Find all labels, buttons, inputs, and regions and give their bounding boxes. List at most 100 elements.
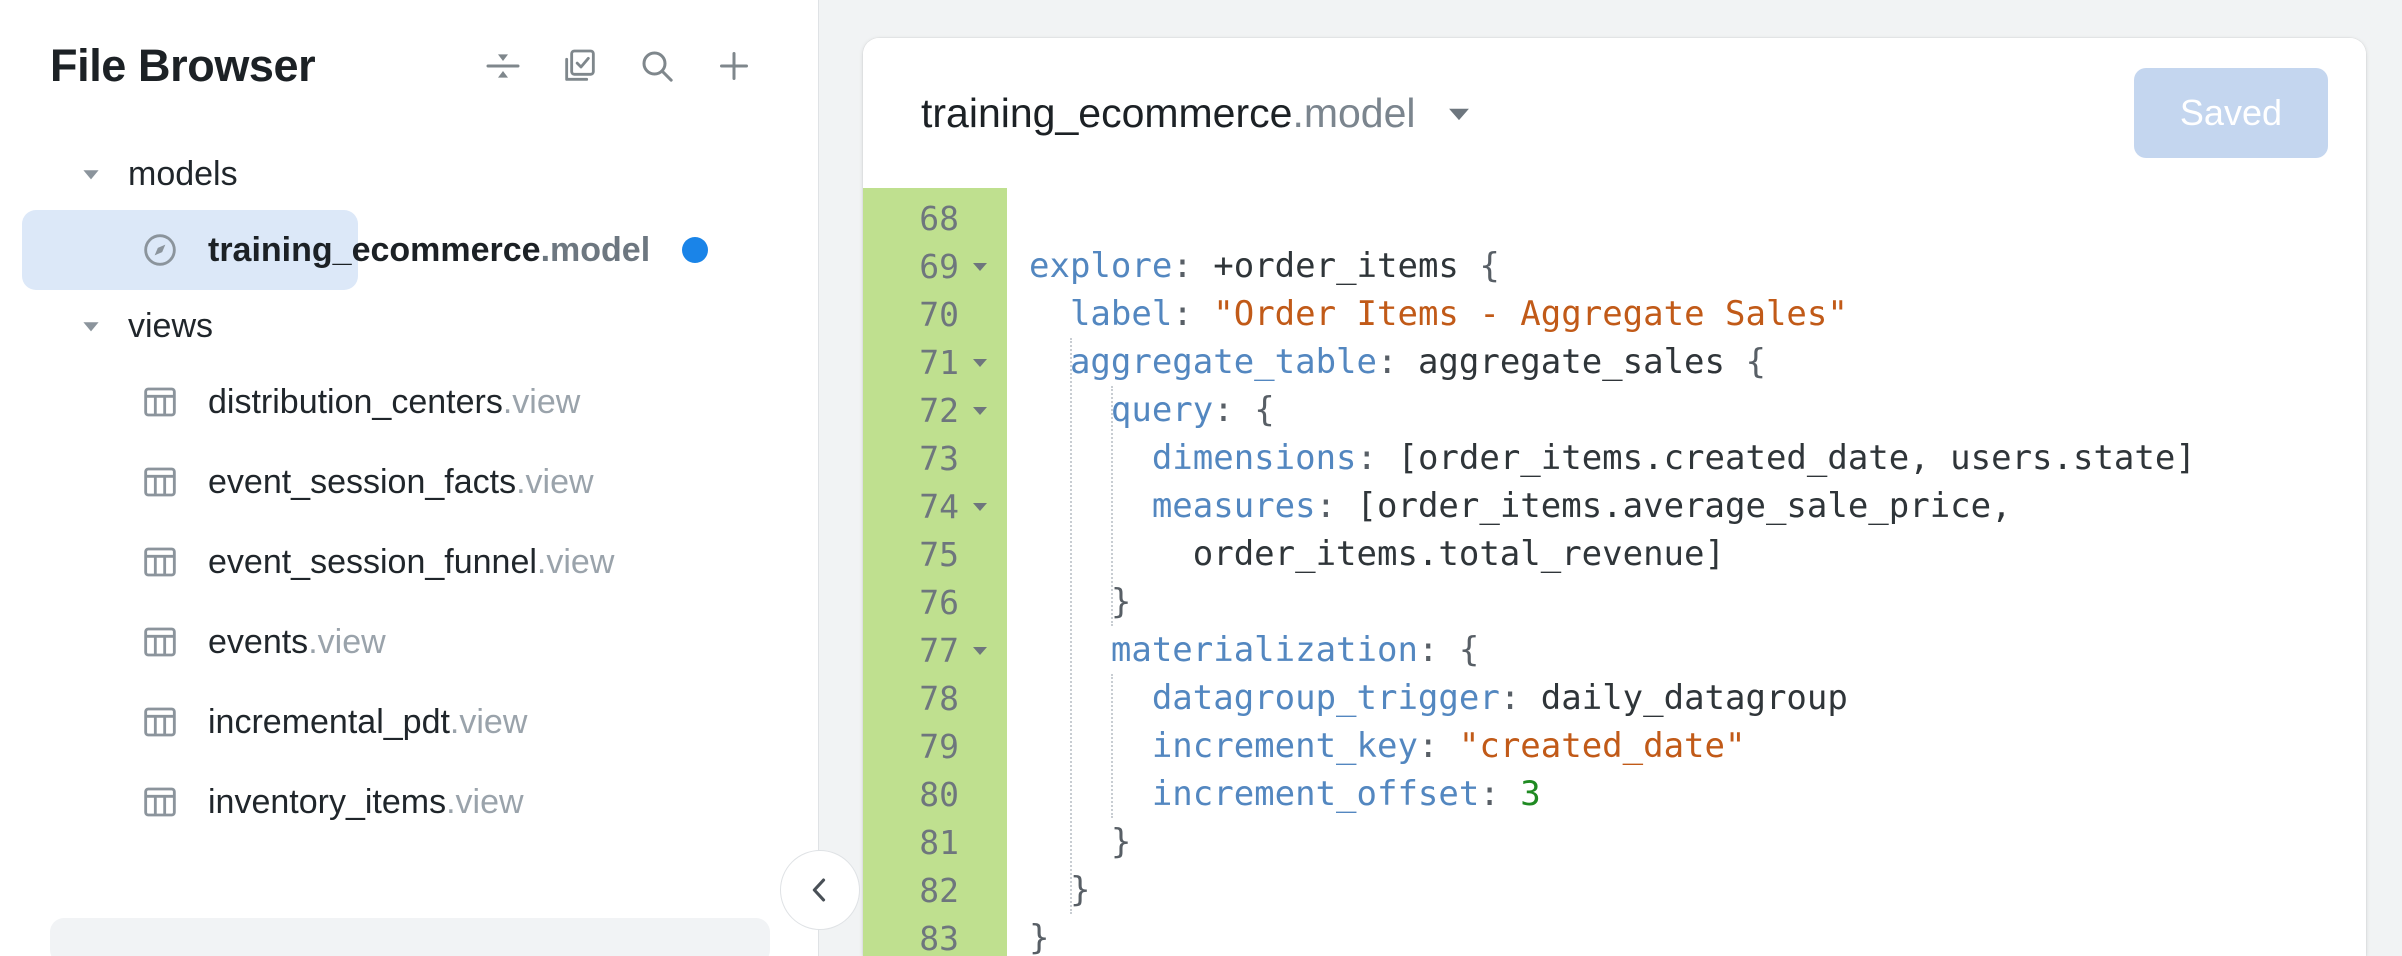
file-base: training_ecommerce	[208, 231, 541, 269]
code-line[interactable]: }	[1029, 578, 2366, 626]
code-editor[interactable]: 68 69 70 71 72 73 74 75 76 77 78 79 80 81 82 83 explore…	[863, 188, 2366, 956]
tab-base: training_ecommerce	[921, 90, 1292, 136]
fold-toggle-icon[interactable]	[967, 494, 993, 518]
gutter-line-82[interactable]: 82	[863, 866, 1007, 914]
fold-toggle-icon[interactable]	[967, 638, 993, 662]
code-line[interactable]	[1029, 194, 2366, 242]
gutter-line-79[interactable]: 79	[863, 722, 1007, 770]
line-number: 75	[919, 535, 959, 574]
file-base: incremental_pdt	[208, 703, 450, 741]
tree-file-event_session_facts[interactable]: event_session_facts.view	[0, 442, 818, 522]
sidebar-header: File Browser	[0, 0, 818, 132]
file-base: distribution_centers	[208, 383, 503, 421]
gutter-line-69[interactable]: 69	[863, 242, 1007, 290]
gutter-line-80[interactable]: 80	[863, 770, 1007, 818]
code-line[interactable]: }	[1029, 914, 2366, 956]
gutter-line-75[interactable]: 75	[863, 530, 1007, 578]
code-line[interactable]: label: "Order Items - Aggregate Sales"	[1029, 290, 2366, 338]
select-files-icon[interactable]	[558, 44, 602, 88]
fold-toggle-icon[interactable]	[967, 350, 993, 374]
gutter-line-70[interactable]: 70	[863, 290, 1007, 338]
line-number: 82	[919, 871, 959, 910]
editor-tab-title[interactable]: training_ecommerce.model	[921, 90, 1416, 137]
line-number: 73	[919, 439, 959, 478]
code-line[interactable]: explore: +order_items {	[1029, 242, 2366, 290]
collapse-panel-icon[interactable]	[780, 850, 860, 930]
code-line[interactable]: increment_key: "created_date"	[1029, 722, 2366, 770]
line-number-gutter[interactable]: 68 69 70 71 72 73 74 75 76 77 78 79 80 81 82 83	[863, 188, 1007, 956]
code-line[interactable]: increment_offset: 3	[1029, 770, 2366, 818]
gutter-line-83[interactable]: 83	[863, 914, 1007, 956]
search-icon[interactable]	[635, 44, 679, 88]
code-line[interactable]: order_items.total_revenue]	[1029, 530, 2366, 578]
table-icon	[140, 382, 180, 422]
sidebar-bottom-bar	[50, 918, 770, 956]
gutter-line-78[interactable]: 78	[863, 674, 1007, 722]
tree-file-list-views: distribution_centers.viewevent_session_f…	[0, 362, 818, 842]
looker-ide-window: File Browser	[0, 0, 2402, 956]
code-line[interactable]: datagroup_trigger: daily_datagroup	[1029, 674, 2366, 722]
tree-file-label: distribution_centers.view	[208, 383, 580, 422]
code-line[interactable]: query: {	[1029, 386, 2366, 434]
line-number: 71	[919, 343, 959, 382]
tree-file-inventory_items[interactable]: inventory_items.view	[0, 762, 818, 842]
tree-file-events[interactable]: events.view	[0, 602, 818, 682]
file-ext: .view	[516, 463, 593, 501]
table-icon	[140, 542, 180, 582]
tree-file-distribution_centers[interactable]: distribution_centers.view	[0, 362, 818, 442]
editor-region: training_ecommerce.model Saved 68 69 70 71 7…	[818, 0, 2402, 956]
panel-divider	[818, 0, 819, 956]
line-number: 72	[919, 391, 959, 430]
fold-toggle-icon[interactable]	[967, 398, 993, 422]
table-icon	[140, 462, 180, 502]
line-number: 78	[919, 679, 959, 718]
code-line[interactable]: aggregate_table: aggregate_sales {	[1029, 338, 2366, 386]
table-icon	[140, 782, 180, 822]
code-content[interactable]: explore: +order_items { label: "Order It…	[1007, 188, 2366, 956]
tree-file-training-ecommerce-model[interactable]: training_ecommerce.model	[22, 210, 358, 290]
gutter-line-76[interactable]: 76	[863, 578, 1007, 626]
line-number: 76	[919, 583, 959, 622]
tree-folder-label: views	[128, 307, 213, 346]
code-line[interactable]: }	[1029, 818, 2366, 866]
tree-folder-models[interactable]: models	[0, 138, 818, 210]
line-number: 79	[919, 727, 959, 766]
gutter-line-72[interactable]: 72	[863, 386, 1007, 434]
gutter-line-71[interactable]: 71	[863, 338, 1007, 386]
tree-folder-views[interactable]: views	[0, 290, 818, 362]
chevron-down-icon	[78, 313, 104, 339]
line-number: 77	[919, 631, 959, 670]
code-line[interactable]: measures: [order_items.average_sale_pric…	[1029, 482, 2366, 530]
table-icon	[140, 622, 180, 662]
file-base: event_session_facts	[208, 463, 516, 501]
file-ext: .model	[541, 231, 651, 269]
editor-card: training_ecommerce.model Saved 68 69 70 71 7…	[863, 38, 2366, 956]
chevron-down-icon	[78, 161, 104, 187]
chevron-down-icon[interactable]	[1442, 96, 1476, 130]
editor-topbar: training_ecommerce.model Saved	[863, 38, 2366, 188]
save-button[interactable]: Saved	[2134, 68, 2328, 158]
file-browser-sidebar: File Browser	[0, 0, 818, 956]
gutter-line-74[interactable]: 74	[863, 482, 1007, 530]
tree-file-incremental_pdt[interactable]: incremental_pdt.view	[0, 682, 818, 762]
add-file-icon[interactable]	[712, 44, 756, 88]
line-number: 74	[919, 487, 959, 526]
file-base: event_session_funnel	[208, 543, 537, 581]
tree-file-label: event_session_facts.view	[208, 463, 594, 502]
file-ext: .view	[537, 543, 614, 581]
line-number: 80	[919, 775, 959, 814]
tree-file-event_session_funnel[interactable]: event_session_funnel.view	[0, 522, 818, 602]
code-line[interactable]: dimensions: [order_items.created_date, u…	[1029, 434, 2366, 482]
code-line[interactable]: }	[1029, 866, 2366, 914]
explore-icon	[140, 230, 180, 270]
collapse-all-icon[interactable]	[481, 44, 525, 88]
code-line[interactable]: materialization: {	[1029, 626, 2366, 674]
gutter-line-81[interactable]: 81	[863, 818, 1007, 866]
fold-toggle-icon[interactable]	[967, 254, 993, 278]
tree-file-label: events.view	[208, 623, 386, 662]
gutter-line-73[interactable]: 73	[863, 434, 1007, 482]
line-number: 69	[919, 247, 959, 286]
gutter-line-77[interactable]: 77	[863, 626, 1007, 674]
file-base: inventory_items	[208, 783, 446, 821]
gutter-line-68[interactable]: 68	[863, 194, 1007, 242]
